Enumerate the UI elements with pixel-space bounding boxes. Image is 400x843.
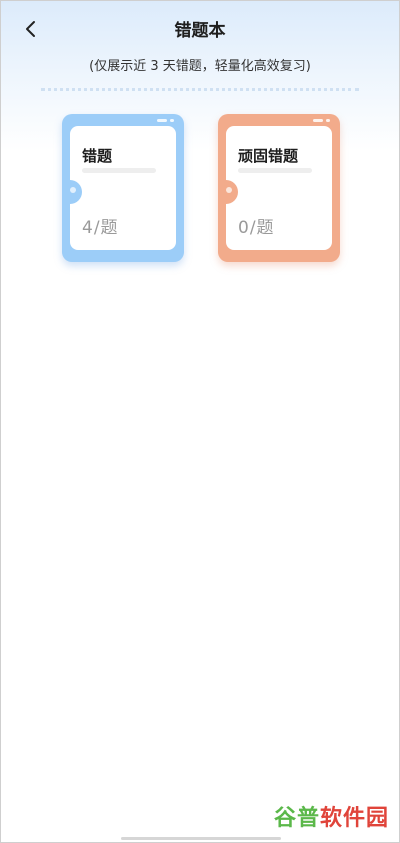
card-placeholder-bar [82, 168, 156, 173]
wrong-questions-card[interactable]: 错题 4/题 [62, 114, 184, 262]
card-title: 错题 [82, 147, 113, 165]
card-sheet: 顽固错题 0/题 [226, 126, 332, 250]
card-tab-decoration [313, 119, 330, 122]
card-tab-decoration [157, 119, 174, 122]
page-subtitle: (仅展示近 3 天错题，轻量化高效复习) [89, 59, 311, 74]
watermark-logo: 谷普 软件园 [274, 800, 389, 832]
card-sheet: 错题 4/题 [70, 126, 176, 250]
error-book-screen: 错题本 (仅展示近 3 天错题，轻量化高效复习) 错题 4/题 顽固错题 0/题… [0, 0, 400, 843]
page-title: 错题本 [174, 21, 226, 41]
watermark-part2: 软件园 [319, 806, 389, 831]
card-title: 顽固错题 [238, 147, 299, 165]
home-indicator[interactable] [121, 837, 281, 840]
watermark-part1: 谷普 [273, 806, 320, 831]
dotted-divider [41, 88, 359, 91]
card-count: 4/题 [82, 218, 119, 238]
card-placeholder-bar [238, 168, 312, 173]
card-count: 0/题 [238, 218, 275, 238]
stubborn-wrong-questions-card[interactable]: 顽固错题 0/题 [218, 114, 340, 262]
